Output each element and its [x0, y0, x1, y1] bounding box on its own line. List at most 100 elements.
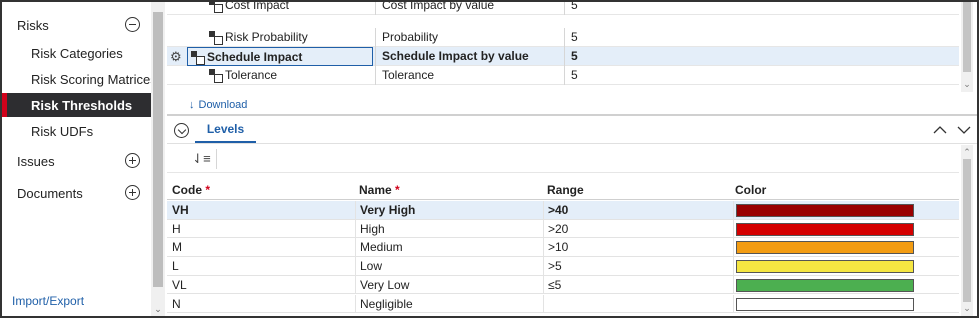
color-cell: [733, 257, 959, 276]
table-row[interactable]: Tolerance Tolerance 5: [167, 66, 959, 85]
range-cell: >40: [543, 201, 733, 219]
column-header-name[interactable]: Name *: [359, 183, 400, 197]
table-row[interactable]: Cost Impact Cost Impact by value 5: [167, 2, 959, 15]
sort-icon[interactable]: ⇃≡: [187, 149, 217, 169]
column-header-color[interactable]: Color: [735, 183, 766, 197]
color-swatch[interactable]: [736, 297, 914, 311]
color-cell: [733, 238, 959, 257]
color-swatch[interactable]: [736, 260, 914, 274]
expand-icon[interactable]: [125, 153, 140, 168]
color-cell: [733, 219, 959, 238]
tab-levels[interactable]: Levels: [195, 116, 256, 143]
gear-icon[interactable]: ⚙: [170, 50, 183, 63]
name-cell: Very High: [355, 201, 540, 219]
color-cell: [733, 275, 959, 294]
thresholds-grid: Cost Impact Cost Impact by value 5 Risk …: [167, 2, 959, 94]
type-cell: Schedule Impact by value: [375, 47, 565, 66]
threshold-icon: [191, 51, 205, 65]
table-row[interactable]: N Negligible: [167, 294, 959, 313]
threshold-icon: [209, 69, 223, 83]
table-row-selected[interactable]: ⚙ Schedule Impact Schedule Impact by val…: [167, 47, 959, 66]
levels-cell: 5: [564, 2, 954, 15]
range-cell: >10: [543, 238, 733, 257]
code-cell: L: [172, 259, 179, 274]
color-cell: [733, 294, 959, 313]
scroll-down-icon[interactable]: ⌄: [153, 304, 163, 314]
range-cell: >20: [543, 219, 733, 238]
sidebar-item-label: Documents: [17, 185, 83, 201]
collapse-icon[interactable]: [125, 17, 140, 32]
name-cell: Negligible: [355, 294, 540, 313]
expand-icon[interactable]: [125, 185, 140, 200]
type-cell: Probability: [375, 28, 565, 47]
sidebar-item-risk-thresholds[interactable]: Risk Thresholds: [2, 93, 152, 117]
levels-cell: 5: [564, 28, 954, 47]
sidebar-item-label: Risks: [17, 17, 49, 33]
sidebar: Risks Risk Categories Risk Scoring Matri…: [2, 2, 157, 316]
collapse-panel-icon[interactable]: [174, 123, 189, 138]
download-link[interactable]: ↓ Download: [189, 99, 247, 111]
main-content: Cost Impact Cost Impact by value 5 Risk …: [167, 2, 977, 316]
levels-grid-header: Code * Name * Range Color: [167, 180, 959, 200]
sidebar-item-label: Risk Thresholds: [31, 97, 133, 113]
table-row[interactable]: L Low >5: [167, 257, 959, 276]
name-cell: Risk Probability: [209, 28, 374, 47]
scrollbar-thumb[interactable]: [963, 159, 971, 302]
name-cell: Tolerance: [209, 66, 374, 85]
scroll-up-icon[interactable]: ⌃: [961, 147, 973, 158]
type-cell: Tolerance: [375, 66, 565, 85]
color-swatch[interactable]: [736, 278, 914, 292]
scrollbar-thumb[interactable]: [963, 2, 971, 72]
sidebar-item-label: Issues: [17, 153, 55, 169]
color-swatch[interactable]: [736, 241, 914, 255]
column-header-range[interactable]: Range: [547, 183, 584, 197]
name-cell: Cost Impact: [209, 2, 374, 15]
scroll-down-icon[interactable]: ⌄: [961, 79, 973, 90]
levels-scrollbar[interactable]: ⌃ ⌄: [961, 145, 973, 316]
sidebar-item-documents[interactable]: Documents: [2, 181, 152, 205]
scrollbar-thumb[interactable]: [153, 12, 163, 287]
name-cell: Very Low: [355, 275, 540, 294]
range-cell: >5: [543, 257, 733, 276]
code-cell: N: [172, 296, 181, 311]
sidebar-item-label: Risk UDFs: [31, 123, 94, 139]
threshold-icon: [209, 2, 223, 13]
grid-scrollbar[interactable]: ⌄: [961, 2, 973, 92]
column-header-code[interactable]: Code *: [172, 183, 210, 197]
import-export-link[interactable]: Import/Export: [12, 294, 84, 308]
name-cell: Low: [355, 257, 540, 276]
levels-cell: 5: [564, 66, 954, 85]
sidebar-item-risk-scoring-matrices[interactable]: Risk Scoring Matrices: [2, 67, 157, 91]
download-icon: ↓: [189, 99, 195, 111]
color-cell: [733, 201, 959, 219]
table-row[interactable]: M Medium >10: [167, 238, 959, 257]
sidebar-item-label: Risk Scoring Matrices: [31, 71, 157, 87]
sidebar-item-risks[interactable]: Risks: [2, 13, 152, 37]
sidebar-item-label: Risk Categories: [31, 45, 123, 61]
app-window: Risks Risk Categories Risk Scoring Matri…: [0, 0, 979, 318]
sidebar-item-issues[interactable]: Issues: [2, 149, 152, 173]
levels-toolbar: ⇃≡: [167, 145, 959, 173]
color-swatch[interactable]: [736, 204, 914, 217]
range-cell: ≤5: [543, 275, 733, 294]
name-cell: High: [355, 219, 540, 238]
chevron-down-icon[interactable]: [957, 123, 971, 137]
levels-cell: 5: [564, 47, 954, 66]
code-cell: VL: [172, 277, 187, 292]
name-cell: Medium: [355, 238, 540, 257]
color-swatch[interactable]: [736, 222, 914, 236]
sidebar-item-risk-udfs[interactable]: Risk UDFs: [2, 119, 152, 143]
chevron-up-icon[interactable]: [933, 123, 947, 137]
scroll-down-icon[interactable]: ⌄: [961, 303, 973, 314]
sidebar-scrollbar[interactable]: ⌄: [151, 2, 165, 316]
range-cell: [543, 294, 733, 313]
name-cell: Schedule Impact: [187, 47, 373, 66]
table-row[interactable]: Risk Probability Probability 5: [167, 28, 959, 47]
threshold-icon: [209, 31, 223, 45]
sidebar-item-risk-categories[interactable]: Risk Categories: [2, 41, 152, 65]
code-cell: VH: [172, 203, 189, 217]
table-row-selected[interactable]: VH Very High >40: [167, 201, 959, 220]
table-row[interactable]: H High >20: [167, 219, 959, 239]
levels-panel-header: Levels: [167, 116, 977, 144]
table-row[interactable]: VL Very Low ≤5: [167, 275, 959, 295]
